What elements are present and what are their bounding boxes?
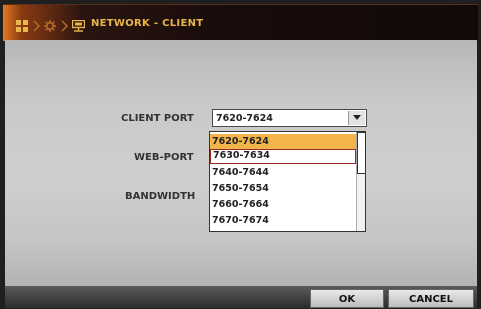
chevron-down-icon [353, 115, 361, 120]
grid-icon[interactable] [16, 17, 28, 32]
chevron-right-icon [61, 17, 69, 32]
page-title: NETWORK - CLIENT [91, 18, 204, 29]
option-item[interactable]: 7660-7664 [210, 197, 356, 212]
client-port-label: CLIENT PORT [121, 113, 194, 124]
dropdown-button[interactable] [348, 111, 365, 125]
option-item[interactable]: 7620-7624 [210, 134, 356, 149]
scrollbar-thumb[interactable] [357, 132, 365, 174]
option-item[interactable]: 7630-7634 [210, 149, 356, 164]
ok-button[interactable]: OK [310, 289, 384, 308]
options-scrollbar[interactable] [356, 132, 365, 231]
cancel-button[interactable]: CANCEL [388, 289, 474, 308]
client-port-options-list[interactable]: 7620-7624 7630-7634 7640-7644 7650-7654 … [209, 131, 366, 232]
dialog-window: NETWORK - CLIENT CLIENT PORT WEB-PORT BA… [0, 0, 481, 308]
monitor-network-icon[interactable] [71, 17, 86, 32]
option-item[interactable]: 7650-7654 [210, 181, 356, 196]
option-item[interactable]: 7670-7674 [210, 213, 356, 228]
web-port-label: WEB-PORT [134, 152, 194, 163]
chevron-right-icon [33, 17, 41, 32]
gear-icon[interactable] [44, 17, 56, 32]
option-item[interactable]: 7640-7644 [210, 165, 356, 180]
bandwidth-label: BANDWIDTH [125, 191, 196, 202]
client-port-select[interactable]: 7620-7624 [212, 109, 367, 127]
client-port-value: 7620-7624 [216, 113, 273, 124]
title-bar: NETWORK - CLIENT [3, 4, 478, 41]
